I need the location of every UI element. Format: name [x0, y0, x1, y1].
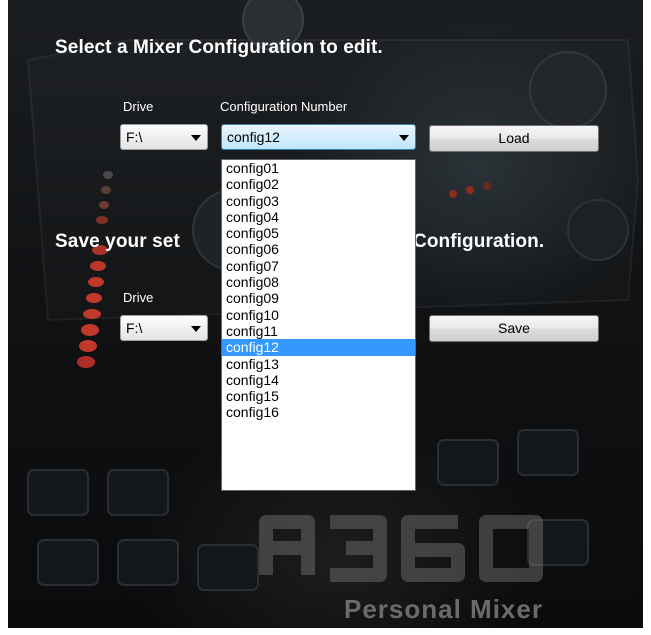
- load-button[interactable]: Load: [429, 125, 599, 152]
- dropdown-option[interactable]: config09: [222, 290, 415, 306]
- window-frame: Personal Mixer Select a Mixer Configurat…: [0, 0, 651, 635]
- save-drive-value: F:\: [126, 320, 143, 336]
- dropdown-option[interactable]: config13: [222, 356, 415, 372]
- product-name: Personal Mixer: [344, 594, 543, 624]
- a360-logo: [259, 515, 543, 582]
- dropdown-option[interactable]: config16: [222, 404, 415, 420]
- dropdown-option[interactable]: config05: [222, 225, 415, 241]
- dropdown-option[interactable]: config07: [222, 258, 415, 274]
- dropdown-option[interactable]: config02: [222, 176, 415, 192]
- chevron-down-icon: [191, 135, 201, 141]
- knob-icon: [567, 199, 629, 261]
- chevron-down-icon: [399, 135, 409, 141]
- dropdown-option[interactable]: config04: [222, 209, 415, 225]
- dropdown-option[interactable]: config10: [222, 307, 415, 323]
- save-heading-left: Save your set: [55, 231, 180, 252]
- knob-icon: [529, 51, 607, 129]
- save-button[interactable]: Save: [429, 315, 599, 342]
- load-drive-value: F:\: [126, 129, 143, 145]
- config-number-select[interactable]: config12: [221, 124, 416, 150]
- save-drive-label: Drive: [123, 290, 154, 305]
- dropdown-option[interactable]: config11: [222, 323, 415, 339]
- load-drive-label: Drive: [123, 99, 154, 114]
- dropdown-option[interactable]: config06: [222, 241, 415, 257]
- config-number-label: Configuration Number: [220, 99, 348, 114]
- load-drive-select[interactable]: F:\: [120, 124, 208, 150]
- config-dropdown-list[interactable]: config01 config02 config03 config04 conf…: [221, 159, 416, 491]
- chevron-down-icon: [191, 326, 201, 332]
- load-heading: Select a Mixer Configuration to edit.: [55, 37, 383, 58]
- dropdown-option[interactable]: config14: [222, 372, 415, 388]
- dropdown-option[interactable]: config03: [222, 193, 415, 209]
- save-heading-right: Configuration.: [413, 231, 545, 252]
- config-number-value: config12: [227, 129, 280, 145]
- dropdown-option[interactable]: config08: [222, 274, 415, 290]
- dropdown-option-selected[interactable]: config12: [222, 339, 415, 356]
- mixer-config-panel: Personal Mixer Select a Mixer Configurat…: [8, 0, 643, 628]
- dropdown-option[interactable]: config15: [222, 388, 415, 404]
- save-drive-select[interactable]: F:\: [120, 315, 208, 341]
- dropdown-option[interactable]: config01: [222, 160, 415, 176]
